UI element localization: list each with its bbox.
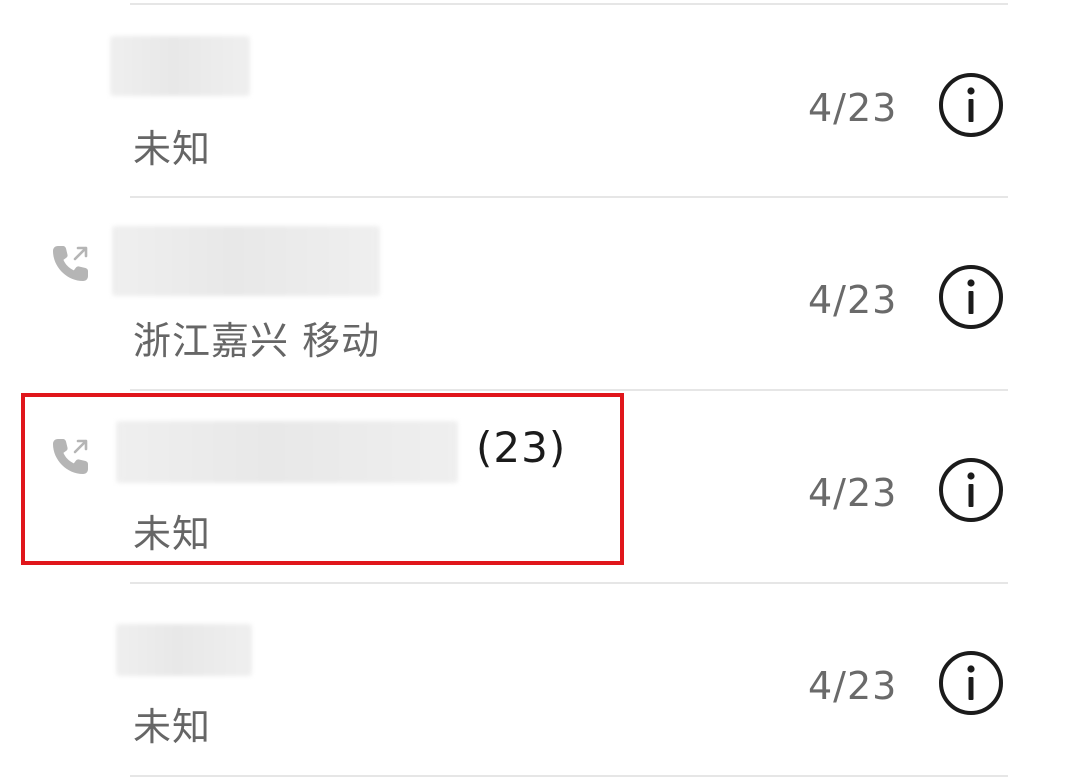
call-log-list: 未知 4/23 浙江嘉兴 移动 4/23 (23) 未知 4/23 未知 4/2… — [0, 0, 1080, 778]
info-icon[interactable] — [938, 650, 1004, 716]
call-location: 未知 — [133, 705, 212, 749]
info-icon[interactable] — [938, 72, 1004, 138]
call-log-row[interactable]: 未知 4/23 — [0, 584, 1080, 776]
contact-name-redacted — [112, 226, 380, 296]
contact-name-redacted — [116, 624, 252, 676]
call-log-row[interactable]: 浙江嘉兴 移动 4/23 — [0, 198, 1080, 390]
call-log-row[interactable]: 未知 4/23 — [0, 6, 1080, 198]
call-date: 4/23 — [808, 278, 898, 322]
call-date: 4/23 — [808, 664, 898, 708]
contact-name-redacted — [110, 36, 250, 96]
call-location: 浙江嘉兴 移动 — [133, 319, 381, 363]
highlight-box — [21, 393, 624, 565]
divider — [130, 3, 1008, 5]
call-date: 4/23 — [808, 86, 898, 130]
divider — [130, 775, 1008, 777]
call-location: 未知 — [133, 127, 212, 171]
info-icon[interactable] — [938, 457, 1004, 523]
call-date: 4/23 — [808, 471, 898, 515]
outgoing-call-icon — [48, 240, 94, 286]
info-icon[interactable] — [938, 264, 1004, 330]
